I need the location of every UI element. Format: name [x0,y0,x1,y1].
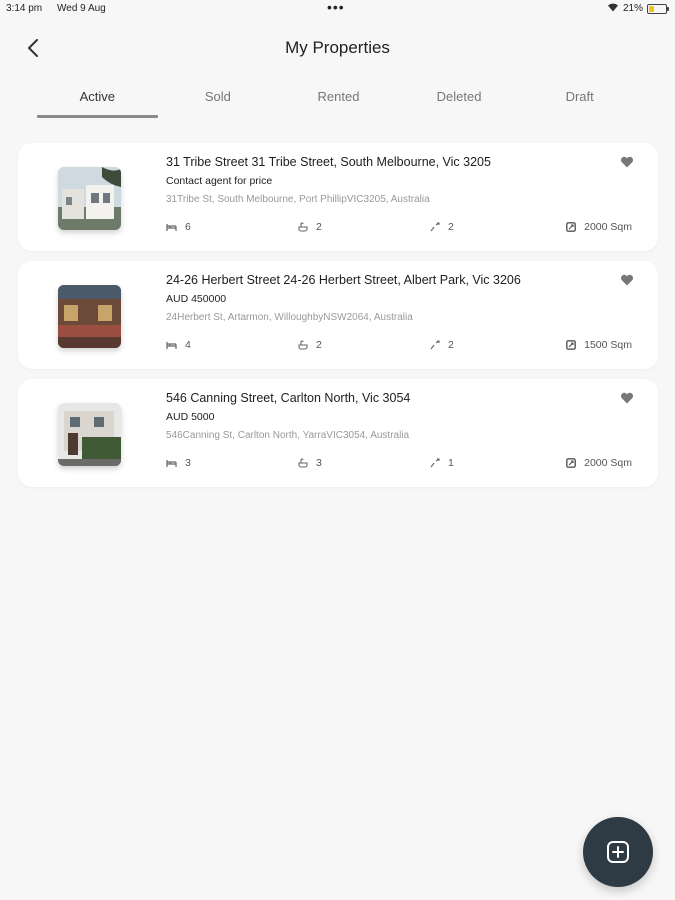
property-thumbnail [58,167,121,230]
property-card[interactable]: 24-26 Herbert Street 24-26 Herbert Stree… [18,261,658,369]
bath-icon [298,222,308,232]
bed-icon [166,459,177,468]
cars-info: 1 [430,457,454,469]
tab-draft[interactable]: Draft [519,80,640,118]
bath-icon [298,458,308,468]
status-tabs: Active Sold Rented Deleted Draft [37,80,640,118]
status-bar: 3:14 pm Wed 9 Aug ••• 21% [0,0,675,20]
baths-count: 2 [316,339,322,351]
heart-icon[interactable] [620,155,634,169]
cars-count: 2 [448,339,454,351]
area-info: 2000 Sqm [566,457,632,469]
add-property-button[interactable] [583,817,653,887]
car-icon [430,458,440,468]
baths-info: 2 [298,339,322,351]
car-icon [430,340,440,350]
baths-info: 3 [298,457,322,469]
property-title: 24-26 Herbert Street 24-26 Herbert Stree… [166,273,521,287]
property-address: 24Herbert St, Artarmon, WilloughbyNSW206… [166,312,413,323]
cars-count: 2 [448,221,454,233]
property-price: AUD 450000 [166,293,227,305]
status-time: 3:14 pm [6,3,43,14]
area-info: 1500 Sqm [566,339,632,351]
beds-count: 4 [185,339,191,351]
beds-count: 6 [185,221,191,233]
property-price: AUD 5000 [166,411,215,423]
cars-info: 2 [430,221,454,233]
area-icon [566,458,577,468]
baths-count: 2 [316,221,322,233]
add-square-icon [607,841,629,863]
area-icon [566,340,577,350]
area-value: 2000 Sqm [584,457,632,469]
wifi-icon [607,2,619,15]
beds-info: 4 [166,339,191,351]
area-icon [566,222,577,232]
tab-rented[interactable]: Rented [278,80,399,118]
bath-icon [298,340,308,350]
beds-info: 6 [166,221,191,233]
bed-icon [166,341,177,350]
area-value: 2000 Sqm [584,221,632,233]
tab-sold[interactable]: Sold [158,80,279,118]
property-address: 31Tribe St, South Melbourne, Port Philli… [166,194,430,205]
navigation-header: My Properties [0,30,675,66]
cars-info: 2 [430,339,454,351]
status-date: Wed 9 Aug [57,3,106,14]
beds-count: 3 [185,457,191,469]
area-value: 1500 Sqm [584,339,632,351]
property-card[interactable]: 31 Tribe Street 31 Tribe Street, South M… [18,143,658,251]
heart-icon[interactable] [620,391,634,405]
area-info: 2000 Sqm [566,221,632,233]
tab-deleted[interactable]: Deleted [399,80,520,118]
property-thumbnail [58,285,121,348]
tab-active[interactable]: Active [37,80,158,118]
property-card[interactable]: 546 Canning Street, Carlton North, Vic 3… [18,379,658,487]
property-title: 546 Canning Street, Carlton North, Vic 3… [166,391,411,405]
property-thumbnail [58,403,121,466]
beds-info: 3 [166,457,191,469]
property-price: Contact agent for price [166,175,273,187]
multitasking-dots-icon[interactable]: ••• [327,0,345,14]
heart-icon[interactable] [620,273,634,287]
baths-info: 2 [298,221,322,233]
car-icon [430,222,440,232]
battery-percent: 21% [622,3,643,14]
cars-count: 1 [448,457,454,469]
property-address: 546Canning St, Carlton North, YarraVIC30… [166,430,410,441]
property-title: 31 Tribe Street 31 Tribe Street, South M… [166,155,491,169]
baths-count: 3 [316,457,322,469]
page-title: My Properties [285,38,390,57]
battery-icon [647,3,669,14]
bed-icon [166,223,177,232]
